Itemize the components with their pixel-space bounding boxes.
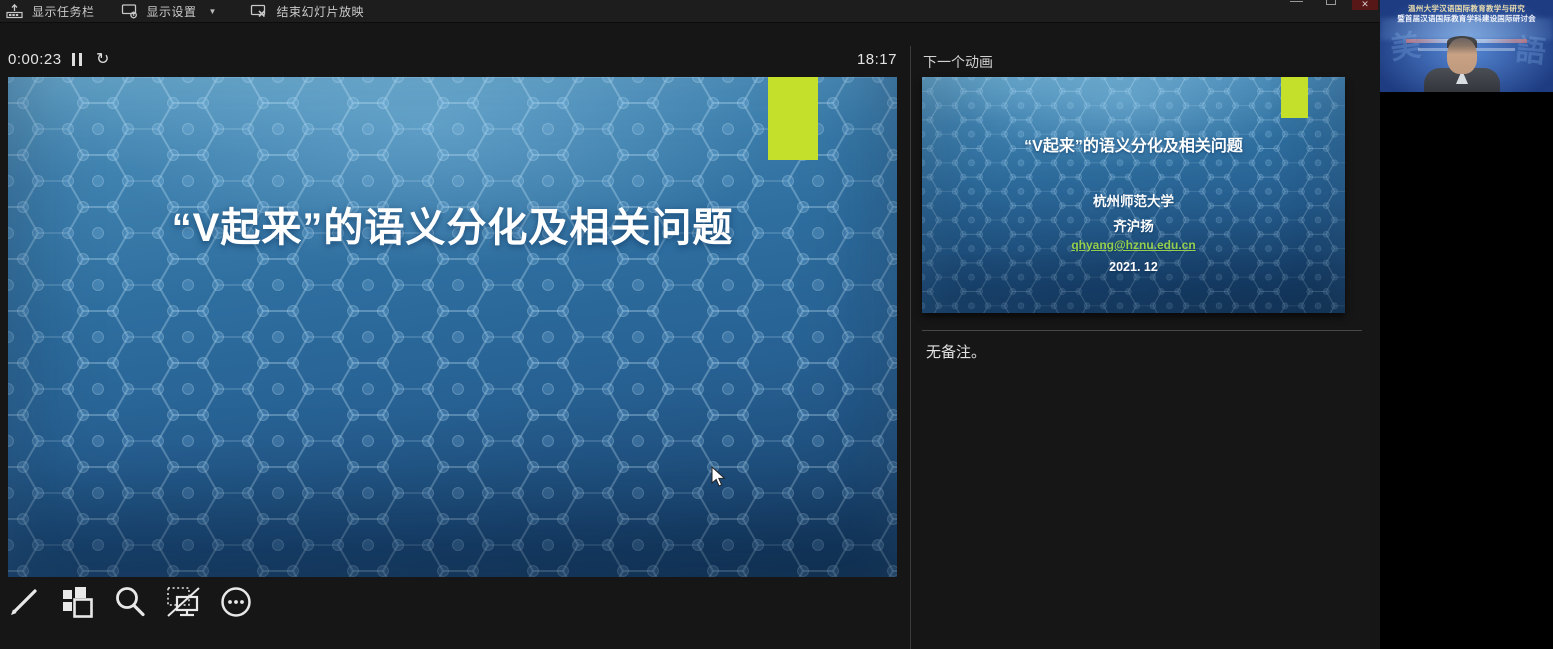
- end-slideshow-button[interactable]: 结束幻灯片放映: [244, 0, 370, 23]
- display-settings-button[interactable]: 显示设置 ▼: [115, 0, 223, 23]
- current-clock-time: 18:17: [857, 51, 897, 68]
- slide-accent-rectangle: [1281, 77, 1308, 118]
- next-slide-title: “V起来”的语义分化及相关问题: [922, 132, 1345, 156]
- current-slide[interactable]: “V起来”的语义分化及相关问题: [8, 77, 897, 577]
- presenter-view-window: 显示任务栏 显示设置 ▼: [0, 0, 1380, 649]
- timer-row: 0:00:23 ↻ 18:17: [8, 48, 897, 74]
- show-taskbar-label: 显示任务栏: [32, 3, 95, 20]
- slide-vignette: [8, 77, 897, 577]
- see-all-slides-button[interactable]: [59, 584, 95, 620]
- slide-title: “V起来”的语义分化及相关问题: [8, 195, 897, 253]
- end-slideshow-label: 结束幻灯片放映: [276, 3, 364, 20]
- maximize-button[interactable]: [1326, 0, 1336, 5]
- backdrop-watermark-right: 語: [1514, 25, 1548, 72]
- display-settings-icon: [121, 3, 138, 19]
- taskbar-icon: [6, 3, 23, 19]
- elapsed-time: 0:00:23: [8, 51, 62, 68]
- next-slide-preview[interactable]: “V起来”的语义分化及相关问题 杭州师范大学 齐沪扬 qhyang@hznu.e…: [922, 77, 1345, 313]
- slides-grid-icon: [60, 585, 94, 619]
- magnifier-icon: [113, 585, 147, 619]
- top-toolbar: 显示任务栏 显示设置 ▼: [0, 0, 1380, 23]
- pen-tool-button[interactable]: [6, 584, 42, 620]
- chevron-down-icon: ▼: [209, 7, 217, 16]
- monitor-slash-icon: [165, 585, 201, 619]
- next-slide-university: 杭州师范大学: [922, 190, 1345, 210]
- ellipsis-icon: [219, 585, 253, 619]
- backdrop-watermark-left: 美: [1387, 20, 1423, 68]
- pen-icon: [7, 585, 41, 619]
- pause-timer-button[interactable]: [72, 53, 82, 66]
- black-screen-button[interactable]: [165, 584, 201, 620]
- speaker-head: [1447, 38, 1477, 74]
- notes-divider: [922, 330, 1362, 331]
- panel-divider: [910, 46, 911, 649]
- next-animation-label: 下一个动画: [923, 52, 993, 72]
- restart-timer-icon[interactable]: ↻: [96, 49, 109, 68]
- display-settings-label: 显示设置: [147, 3, 197, 20]
- minimize-button[interactable]: —: [1290, 0, 1303, 8]
- more-options-button[interactable]: [218, 584, 254, 620]
- slideshow-toolbar: [6, 584, 254, 620]
- next-slide-date: 2021. 12: [922, 260, 1345, 274]
- conference-banner-line2: 暨首届汉语国际教育学科建设国际研讨会: [1380, 13, 1553, 24]
- show-taskbar-button[interactable]: 显示任务栏: [0, 0, 101, 23]
- end-slideshow-icon: [250, 3, 267, 19]
- mouse-cursor: [710, 466, 728, 493]
- slide-accent-rectangle: [768, 77, 818, 160]
- screen: 显示任务栏 显示设置 ▼: [0, 0, 1553, 649]
- next-slide-author: 齐沪扬: [922, 215, 1345, 235]
- close-button[interactable]: ✕: [1352, 0, 1378, 10]
- notes-text: 无备注。: [926, 341, 986, 362]
- zoom-into-slide-button[interactable]: [112, 584, 148, 620]
- next-slide-email-link: qhyang@hznu.edu.cn: [922, 238, 1345, 252]
